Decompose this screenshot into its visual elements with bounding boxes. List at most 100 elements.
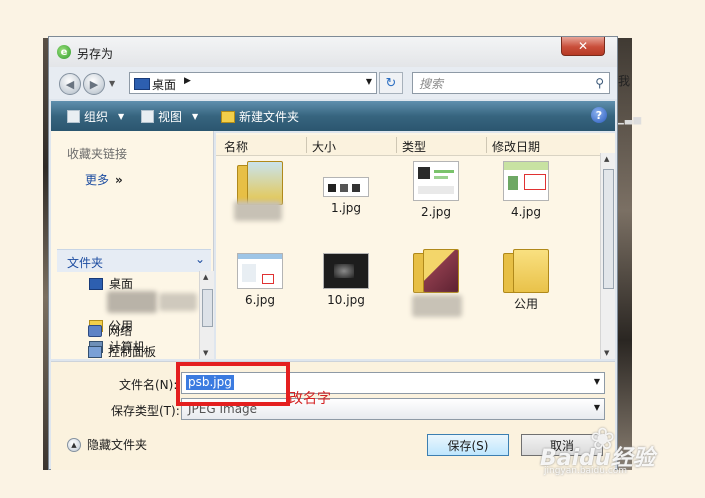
chevron-down-icon[interactable]: ▼	[594, 403, 600, 412]
views-icon	[141, 110, 154, 123]
scroll-up-icon[interactable]: ▲	[604, 155, 609, 163]
chevron-down-icon: ⌄	[194, 252, 205, 266]
tree-item-desktop[interactable]: 桌面	[89, 275, 133, 292]
chevron-down-icon: ▼	[118, 112, 125, 121]
double-chevron-icon: »	[115, 173, 123, 187]
title-bar: e 另存为 ✕	[49, 37, 617, 67]
file-item-public-folder[interactable]: 公用	[486, 249, 566, 312]
chevron-down-icon[interactable]: ▼	[594, 377, 600, 386]
folder-icon	[503, 249, 549, 293]
file-name: 2.jpg	[420, 205, 452, 219]
tree-item-label: 网络	[108, 324, 133, 338]
organize-label: 组织	[84, 110, 109, 124]
redacted-item	[159, 293, 197, 311]
address-bar[interactable]: 桌面 ▶ ▼	[129, 72, 377, 94]
file-item-2jpg[interactable]: 2.jpg	[396, 161, 476, 219]
navigation-pane: 收藏夹链接 更多» 文件夹 ⌄ 桌面 公用 计算机 ▲ ▼	[51, 131, 214, 359]
more-link[interactable]: 更多 »	[85, 171, 123, 188]
file-scroll-thumb[interactable]	[603, 169, 614, 289]
column-separator[interactable]	[306, 137, 307, 153]
watermark-url: jingyan.baidu.com	[544, 466, 628, 476]
command-toolbar: 组织 ▼ 视图 ▼ 新建文件夹 ?	[51, 101, 615, 131]
back-button[interactable]: ◀	[59, 73, 81, 95]
tree-item-control-panel[interactable]: 控制面板	[88, 343, 156, 360]
tree-item-label: 控制面板	[108, 345, 157, 359]
file-item-blurred-folder-2[interactable]	[396, 249, 476, 317]
image-thumbnail	[323, 177, 369, 197]
annotation-text: 改名字	[289, 391, 331, 407]
folders-header[interactable]: 文件夹 ⌄	[57, 249, 211, 272]
recent-pages-dropdown[interactable]: ▼	[109, 79, 115, 88]
search-input[interactable]	[417, 75, 581, 93]
address-location[interactable]: 桌面	[152, 76, 176, 93]
views-menu[interactable]: 视图 ▼	[141, 108, 198, 125]
file-list-pane: 名称 大小 类型 修改日期 1.jpg 2.jpg 4.jpg 6.jpg 10…	[216, 133, 615, 359]
window-title: 另存为	[77, 47, 114, 61]
new-folder-button[interactable]: 新建文件夹	[221, 108, 299, 125]
filename-label: 文件名(N):	[119, 378, 178, 392]
file-name: 4.jpg	[510, 205, 542, 219]
redacted-item	[107, 291, 157, 313]
more-label: 更多	[85, 173, 110, 187]
file-item-4jpg[interactable]: 4.jpg	[486, 161, 566, 219]
save-as-dialog: e 另存为 ✕ ◀ ▶ ▼ 桌面 ▶ ▼ ↻ ⚲ 组织 ▼ 视图 ▼	[48, 36, 618, 470]
file-scrollbar[interactable]: ▲ ▼	[600, 153, 615, 359]
nav-scrollbar[interactable]: ▲ ▼	[199, 271, 214, 359]
favorites-header: 收藏夹链接	[67, 147, 128, 161]
breadcrumb-arrow-icon[interactable]: ▶	[184, 76, 191, 86]
baidu-watermark: ❀ Baidu经验 jingyan.baidu.com	[540, 422, 690, 478]
background-right-text: 我	[618, 74, 631, 88]
desktop-icon	[89, 277, 103, 290]
image-thumbnail	[237, 253, 283, 289]
address-row: ◀ ▶ ▼ 桌面 ▶ ▼ ↻ ⚲	[49, 67, 617, 99]
search-box[interactable]: ⚲	[412, 72, 610, 94]
forward-button[interactable]: ▶	[83, 73, 105, 95]
column-header: 名称 大小 类型 修改日期	[216, 135, 600, 156]
organize-icon	[67, 110, 80, 123]
new-folder-icon	[221, 110, 235, 123]
help-button[interactable]: ?	[591, 107, 607, 123]
folder-front	[423, 249, 459, 293]
column-modified[interactable]: 修改日期	[492, 138, 540, 155]
file-name: 10.jpg	[327, 293, 365, 307]
file-item-6jpg[interactable]: 6.jpg	[220, 253, 300, 307]
address-dropdown-icon[interactable]: ▼	[366, 77, 372, 86]
highlight-box	[176, 362, 290, 406]
save-button[interactable]: 保存(S)	[427, 434, 509, 456]
folder-front	[513, 249, 549, 293]
filetype-label: 保存类型(T):	[111, 404, 180, 418]
scroll-up-icon[interactable]: ▲	[203, 273, 208, 281]
back-arrow-icon: ◀	[65, 77, 75, 91]
image-thumbnail	[413, 161, 459, 201]
search-icon[interactable]: ⚲	[595, 76, 604, 90]
column-type[interactable]: 类型	[402, 138, 426, 155]
scroll-down-icon[interactable]: ▼	[604, 349, 609, 357]
column-size[interactable]: 大小	[312, 138, 336, 155]
hide-folders-label: 隐藏文件夹	[87, 438, 148, 452]
file-item-blurred-folder[interactable]	[220, 161, 300, 221]
image-thumbnail	[503, 161, 549, 201]
views-label: 视图	[158, 110, 183, 124]
column-name[interactable]: 名称	[224, 138, 248, 155]
nav-scroll-thumb[interactable]	[202, 289, 213, 327]
refresh-icon: ↻	[385, 75, 397, 91]
file-item-1jpg[interactable]: 1.jpg	[306, 161, 386, 215]
scroll-down-icon[interactable]: ▼	[203, 349, 208, 357]
file-name: 1.jpg	[330, 201, 362, 215]
organize-menu[interactable]: 组织 ▼	[67, 108, 124, 125]
file-item-10jpg[interactable]: 10.jpg	[306, 253, 386, 307]
column-separator[interactable]	[396, 137, 397, 153]
folder-with-image-icon	[413, 249, 459, 293]
file-name: 6.jpg	[244, 293, 276, 307]
file-name: 公用	[513, 297, 538, 311]
refresh-button[interactable]: ↻	[379, 72, 403, 94]
control-panel-icon	[88, 345, 102, 358]
close-button[interactable]: ✕	[561, 37, 605, 56]
tree-item-network[interactable]: 网络	[88, 322, 132, 339]
tree-item-label: 桌面	[109, 277, 134, 291]
chevron-up-icon: ▲	[67, 437, 81, 452]
redacted-label	[234, 201, 282, 221]
hide-folders-button[interactable]: ▲ 隐藏文件夹	[67, 436, 147, 453]
column-separator[interactable]	[486, 137, 487, 153]
signal-bars-icon: ▁▃▅	[616, 114, 643, 125]
